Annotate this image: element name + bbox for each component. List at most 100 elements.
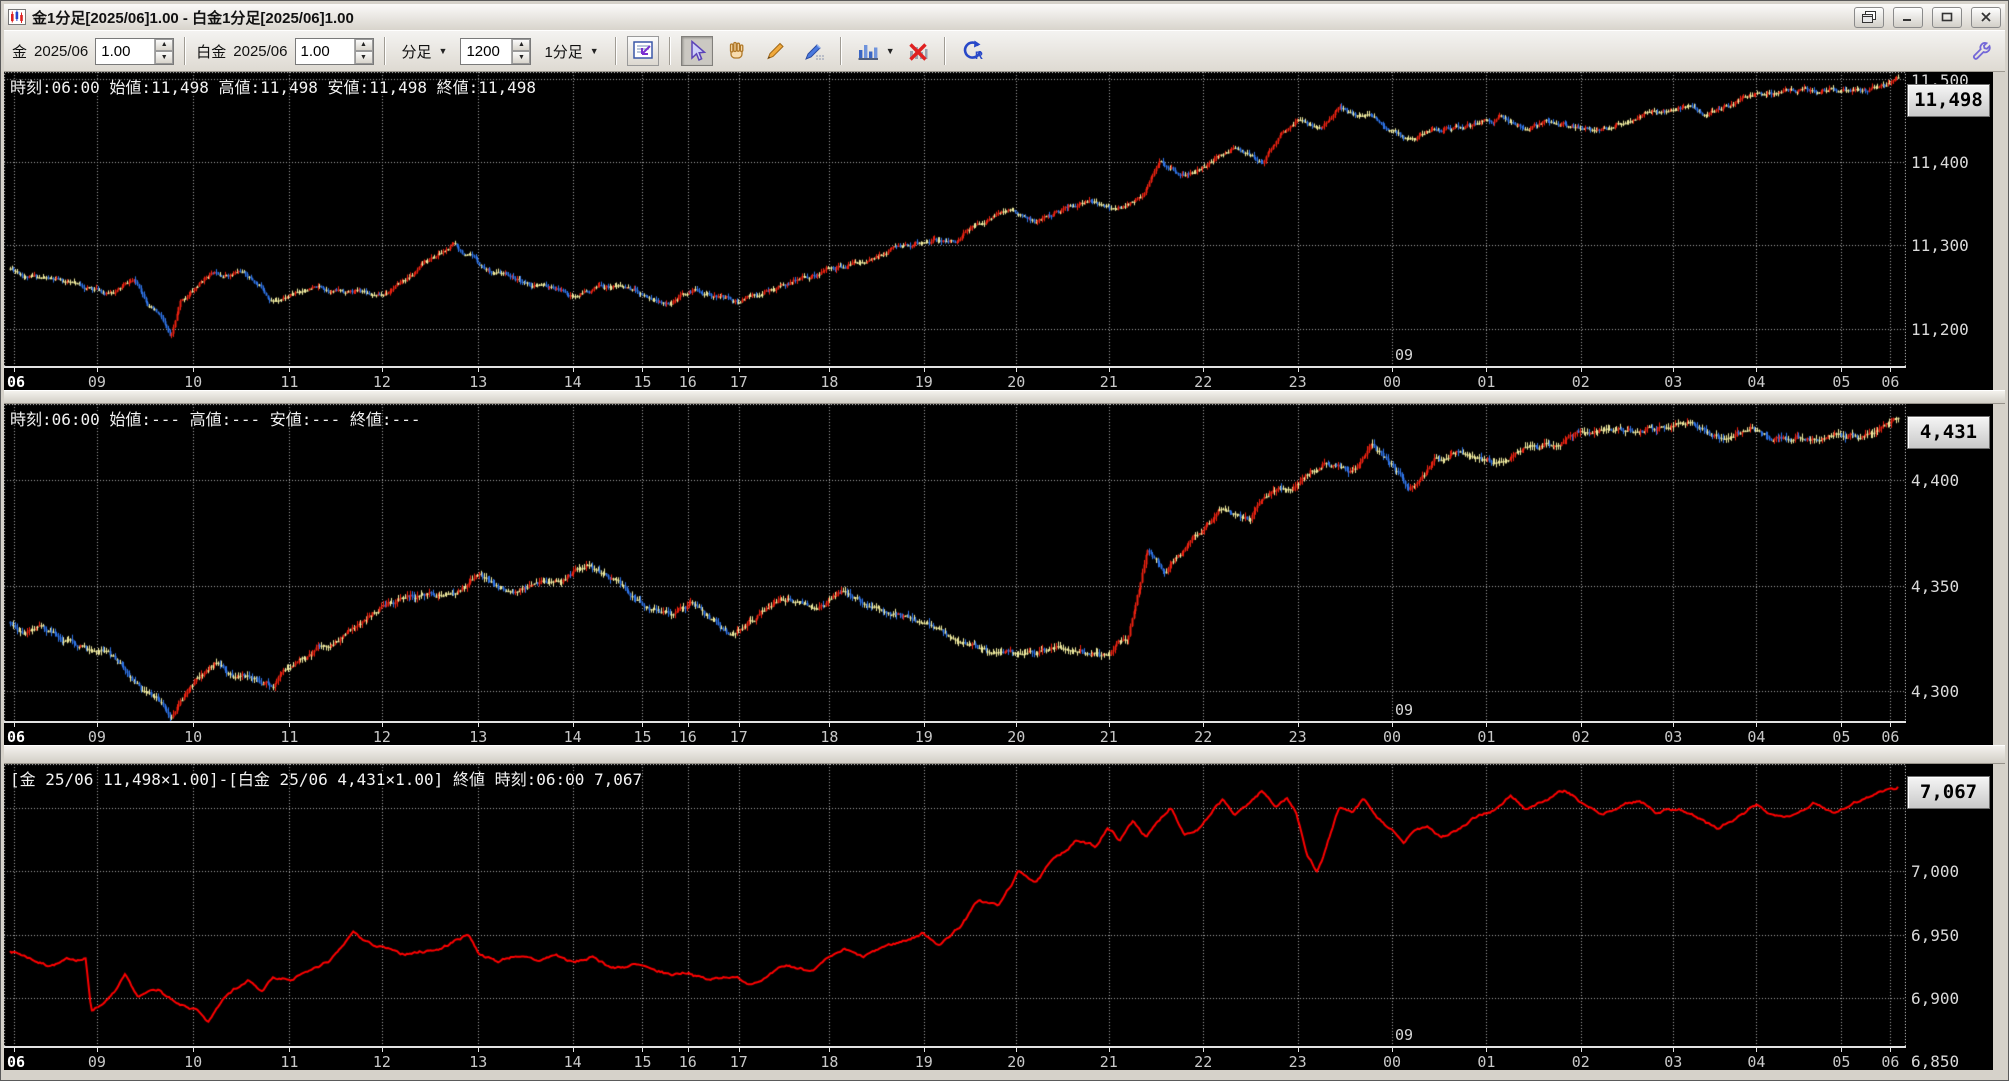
gold-chart-canvas[interactable] [4,72,1906,366]
time-label: 20 [1007,1053,1026,1071]
time-tick [1016,723,1018,727]
time-label: 12 [372,373,391,391]
time-label: 15 [633,1053,652,1071]
panel-splitter[interactable] [4,745,2005,764]
wrench-icon [1973,42,1991,60]
platinum-info-line: 時刻:06:00 始値:--- 高値:--- 安値:--- 終値:--- [10,410,421,429]
platinum-label: 白金 [196,43,227,61]
time-label: 01 [1477,1053,1496,1071]
platinum-date-label: 09 [1395,701,1414,719]
time-tick [96,723,98,727]
price-axis-label: 6,900 [1911,988,1960,1008]
time-label: 11 [280,1053,299,1071]
app-window: 金1分足[2025/06]1.00 - 白金1分足[2025/06]1.00 金… [0,0,2009,1081]
gold-chart-panel: 時刻:06:00 始値:11,498 高値:11,498 安値:11,498 終… [4,71,1993,391]
time-label: 09 [87,728,106,746]
time-label: 22 [1194,728,1213,746]
time-label: 19 [914,728,933,746]
platinum-multiplier-input[interactable] [295,38,354,64]
titlebar: 金1分足[2025/06]1.00 - 白金1分足[2025/06]1.00 [4,4,2005,30]
time-label: 14 [563,373,582,391]
delete-indicator-icon [908,43,928,61]
time-tick [1673,368,1675,372]
price-axis-label: 11,300 [1911,236,1969,256]
time-label: 04 [1747,373,1766,391]
time-tick [1673,723,1675,727]
time-tick [923,1048,925,1052]
time-label: 01 [1477,728,1496,746]
time-label: 03 [1664,1053,1683,1071]
platinum-month-label: 2025/06 [233,42,288,60]
spread-date-label: 09 [1395,1026,1414,1044]
time-tick [1392,723,1394,727]
time-label: 19 [914,373,933,391]
platinum-chart-canvas[interactable] [4,404,1906,721]
time-tick [1203,723,1205,727]
bar-chart-icon [858,45,878,60]
time-tick [1756,1048,1758,1052]
time-label: 23 [1288,373,1307,391]
settings-wrench-button[interactable] [1965,36,1997,66]
chart-settings-button[interactable] [626,36,659,66]
spread-chart-canvas[interactable] [4,764,1906,1046]
interval-label: 1分足 [544,43,583,61]
time-tick [1756,368,1758,372]
blue-pen-icon [804,44,824,60]
time-label: 20 [1007,373,1026,391]
refresh-button[interactable]: R [956,36,988,66]
time-label: 15 [633,728,652,746]
gold-multiplier-input[interactable] [96,38,155,64]
spread-time-axis: 06 09 10 11 12 13 14 15 16 17 18 19 20 21 22 23 00 01 02 03… [4,1046,1906,1071]
time-tick [1841,723,1843,727]
clear-indicators-button[interactable] [902,36,934,66]
chart-type-button[interactable] [852,36,884,66]
bar-count-input[interactable] [461,38,512,64]
time-label: 19 [914,1053,933,1071]
time-label: 18 [820,373,839,391]
bar-type-dropdown[interactable]: 分足 ▼ [396,37,454,66]
platinum-multiplier-down-button[interactable]: ▼ [354,51,373,64]
panel-splitter[interactable] [4,390,2005,404]
gold-multiplier-up-button[interactable]: ▲ [155,38,174,51]
maximize-button[interactable] [1932,6,1962,28]
time-label: 23 [1288,1053,1307,1071]
time-label: 00 [1382,373,1402,391]
pan-tool-button[interactable] [720,36,752,66]
time-label: 10 [184,1053,203,1071]
time-label: 16 [678,1053,697,1071]
bar-count-down-button[interactable]: ▼ [512,51,531,64]
draw-marker-button[interactable] [798,36,830,66]
close-button[interactable] [1971,6,2001,28]
select-tool-button[interactable] [680,36,713,66]
minimize-button[interactable] [1893,6,1923,28]
time-label: 16 [678,373,697,391]
time-tick [1890,723,1892,727]
draw-line-button[interactable] [759,36,791,66]
toolbar-separator [614,37,617,65]
time-tick [1016,1048,1018,1052]
time-tick [381,368,383,372]
chart-type-dropdown-arrow[interactable]: ▼ [886,46,895,56]
time-tick [829,368,831,372]
time-tick [1486,1048,1488,1052]
time-tick [738,1048,740,1052]
time-tick [1297,1048,1299,1052]
spread-chart-panel: [金 25/06 11,498×1.00]-[白金 25/06 4,431×1.… [4,764,1993,1071]
cascade-button[interactable] [1854,6,1884,28]
time-tick [1392,368,1394,372]
platinum-multiplier-up-button[interactable]: ▲ [354,38,373,51]
time-tick [289,368,291,372]
time-label: 11 [280,373,299,391]
time-tick [381,1048,383,1052]
time-tick [923,723,925,727]
price-axis-label: 4,400 [1911,471,1960,491]
price-axis-label: 6,950 [1911,925,1960,945]
bar-count-up-button[interactable]: ▲ [512,38,531,51]
time-tick [572,368,574,372]
time-tick [1890,1048,1892,1052]
gold-time-axis: 06 09 10 11 12 13 14 15 16 17 18 19 20 21 22 23 00 01 02 03… [4,366,1906,391]
gold-current-price: 11,498 [1907,84,1990,117]
time-tick [687,1048,689,1052]
interval-dropdown[interactable]: 1分足 ▼ [538,37,604,66]
gold-multiplier-down-button[interactable]: ▼ [155,51,174,64]
